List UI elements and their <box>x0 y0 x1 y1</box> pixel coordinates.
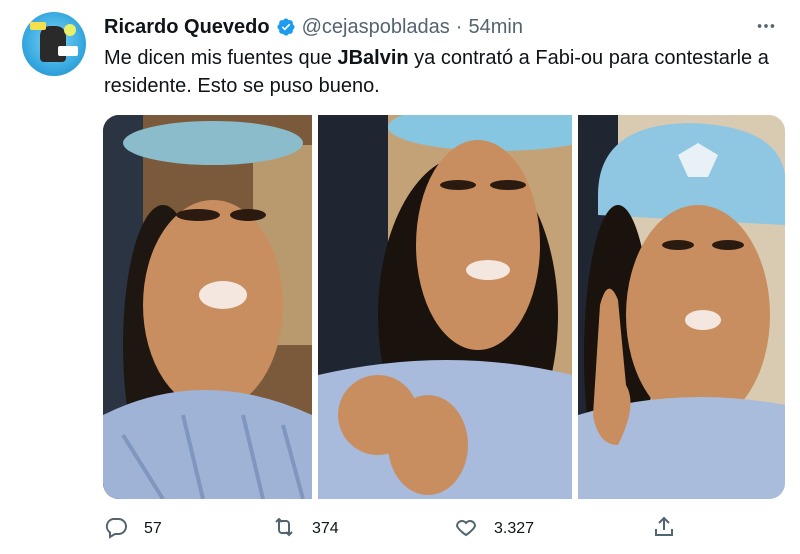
author-name[interactable]: Ricardo Quevedo <box>104 16 270 39</box>
avatar-decoration <box>64 24 76 36</box>
separator-dot: · <box>455 15 463 38</box>
like-icon[interactable] <box>454 515 478 544</box>
reply-action[interactable]: 57 <box>104 512 162 546</box>
tweet-timestamp[interactable]: 54min <box>468 16 522 39</box>
tweet-text-part: Me dicen mis fuentes que <box>104 47 338 69</box>
retweet-count: 374 <box>312 520 339 537</box>
media-image-3[interactable] <box>578 115 785 499</box>
author-handle[interactable]: @cejaspobladas <box>302 16 450 39</box>
share-action[interactable] <box>652 512 676 546</box>
retweet-icon[interactable] <box>272 515 296 544</box>
reply-count: 57 <box>144 520 162 537</box>
retweet-action[interactable]: 374 <box>272 512 339 546</box>
tweet-text-mention: JBalvin <box>337 47 409 69</box>
tweet-text: Me dicen mis fuentes que JBalvin ya cont… <box>104 44 784 100</box>
media-image-1[interactable] <box>103 115 312 499</box>
avatar-decoration <box>58 46 78 56</box>
avatar-decoration <box>30 22 46 30</box>
tweet-header: Ricardo Quevedo @cejaspobladas · 54min <box>104 14 780 40</box>
media-image-2[interactable] <box>318 115 572 499</box>
author-avatar[interactable] <box>22 12 86 76</box>
tweet-actions: 57 374 3.327 <box>104 512 684 546</box>
avatar-figure <box>40 26 66 62</box>
like-action[interactable]: 3.327 <box>454 512 534 546</box>
verified-badge-icon <box>276 17 296 37</box>
reply-icon[interactable] <box>104 515 128 544</box>
like-count: 3.327 <box>494 520 535 537</box>
more-icon[interactable] <box>752 12 780 40</box>
tweet-media-grid[interactable] <box>103 115 785 499</box>
share-icon[interactable] <box>652 515 676 544</box>
